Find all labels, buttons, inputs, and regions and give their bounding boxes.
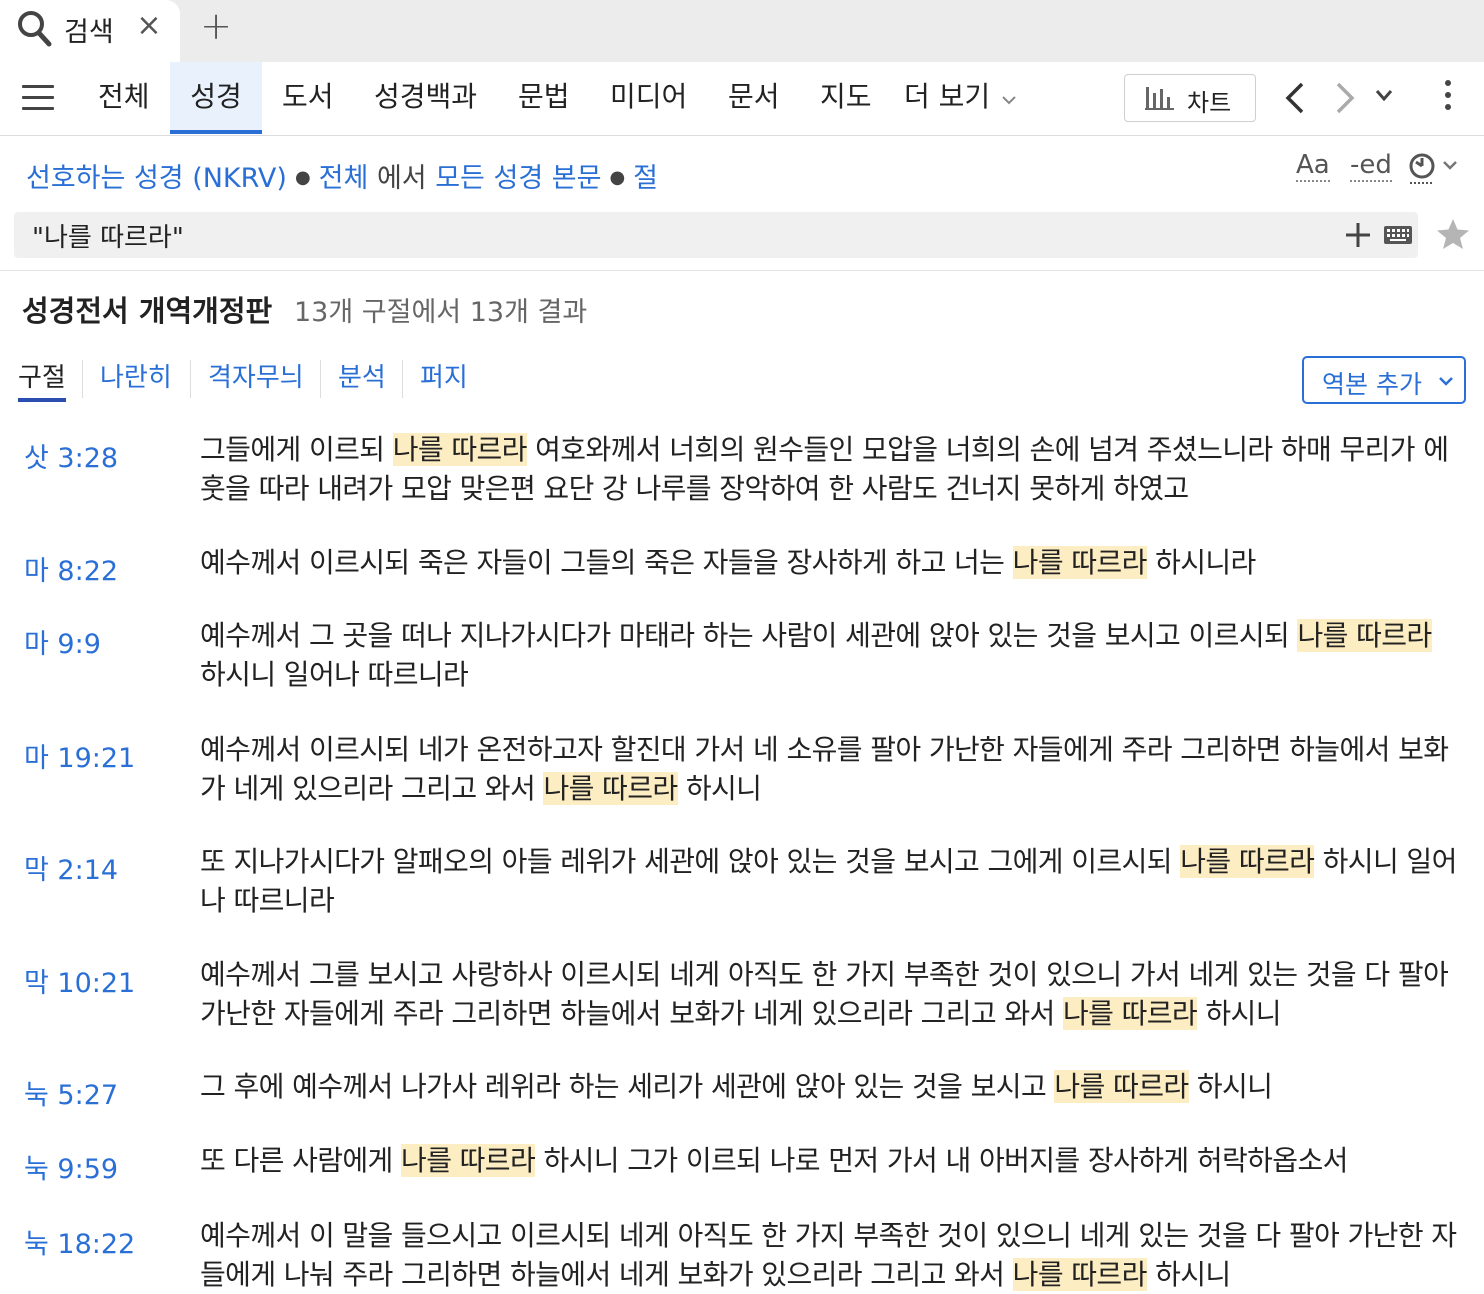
bible-selector[interactable]: 선호하는 성경 (NKRV) — [26, 163, 287, 194]
verse-text-before: 또 지나가시다가 알패오의 아들 레위가 세관에 앉아 있는 것을 보시고 그에… — [200, 845, 1181, 878]
back-arrow-icon[interactable] — [1284, 80, 1306, 120]
nav-item-documents[interactable]: 문서 — [728, 62, 780, 134]
tab-separator — [402, 360, 403, 398]
divider — [0, 270, 1484, 271]
more-label: 더 보기 — [904, 80, 991, 113]
match-highlight: 나를 따르라 — [401, 1144, 536, 1177]
nav-bar: 전체 성경 도서 성경백과 문법 미디어 문서 지도 더 보기 차트 — [0, 62, 1484, 136]
nav-item-grammar[interactable]: 문법 — [518, 62, 570, 134]
verse-text-after: 하시니 — [1188, 1070, 1273, 1103]
verse-reference[interactable]: 막 2:14 — [24, 848, 118, 887]
verse-text: 예수께서 이르시되 네가 온전하고자 할진대 가서 네 소유를 팔아 가난한 자… — [200, 730, 1462, 808]
verse-text-after: 하시니 — [1197, 997, 1281, 1030]
tab-grid[interactable]: 격자무늬 — [208, 358, 304, 402]
verse-text: 또 지나가시다가 알패오의 아들 레위가 세관에 앉아 있는 것을 보시고 그에… — [200, 842, 1462, 920]
separator-dot: ● — [294, 167, 311, 188]
target-selector[interactable]: 모든 성경 본문 — [435, 163, 601, 194]
tab-fuzzy[interactable]: 퍼지 — [420, 358, 468, 402]
verse-text-after: 하시니 그가 이르되 나로 먼저 가서 내 아버지를 장사하게 허락하옵소서 — [535, 1144, 1348, 1177]
verse-text-before: 예수께서 이 말을 들으시고 이르시되 네게 아직도 한 가지 부족한 것이 있… — [200, 1219, 1457, 1291]
new-tab-button[interactable]: + — [198, 4, 234, 48]
add-query-icon[interactable] — [1344, 221, 1372, 253]
nav-item-maps[interactable]: 지도 — [820, 62, 872, 134]
verse-text-after: 하시니 — [677, 772, 762, 805]
verse-reference[interactable]: 눅 9:59 — [24, 1147, 118, 1186]
more-options-icon[interactable] — [1440, 80, 1456, 116]
verse-text-before: 또 다른 사람에게 — [200, 1144, 402, 1177]
match-highlight: 나를 따르라 — [1012, 1258, 1147, 1291]
case-sensitive-toggle[interactable]: Aa — [1296, 150, 1330, 182]
chart-button[interactable]: 차트 — [1124, 74, 1256, 122]
verse-reference[interactable]: 마 19:21 — [24, 736, 135, 775]
verse-text-before: 예수께서 이르시되 네가 온전하고자 할진대 가서 네 소유를 팔아 가난한 자… — [200, 733, 1449, 805]
verse-text: 그들에게 이르되 나를 따르라 여호와께서 너희의 원수들인 모압을 너희의 손… — [200, 430, 1462, 508]
tab-strip: 검색 × + — [0, 0, 1484, 62]
match-highlight: 나를 따르라 — [543, 772, 678, 805]
verse-text-before: 예수께서 그 곳을 떠나 지나가시다가 마태라 하는 사람이 세관에 앉아 있는… — [200, 619, 1298, 652]
nav-item-encyclopedia[interactable]: 성경백과 — [374, 62, 477, 134]
unit-selector[interactable]: 절 — [633, 163, 658, 194]
verse-reference[interactable]: 마 9:9 — [24, 622, 101, 661]
range-selector[interactable]: 전체 — [319, 163, 369, 194]
tab-separator — [82, 360, 83, 398]
match-highlight: 나를 따르라 — [1180, 845, 1315, 878]
search-icon — [16, 8, 54, 52]
match-highlight: 나를 따르라 — [1297, 619, 1432, 652]
tab-title: 검색 — [64, 17, 114, 48]
nav-item-books[interactable]: 도서 — [282, 62, 334, 134]
verse-text-before: 그 후에 예수께서 나가사 레위라 하는 세리가 세관에 앉아 있는 것을 보시… — [200, 1070, 1055, 1103]
chart-button-label: 차트 — [1187, 89, 1232, 117]
word-forms-toggle[interactable]: -ed — [1350, 150, 1392, 182]
verse-text: 예수께서 그 곳을 떠나 지나가시다가 마태라 하는 사람이 세관에 앉아 있는… — [200, 616, 1462, 694]
match-highlight: 나를 따르라 — [1012, 546, 1147, 579]
verse-reference[interactable]: 막 10:21 — [24, 961, 135, 1000]
verse-reference[interactable]: 삿 3:28 — [24, 436, 118, 475]
verse-text: 예수께서 이 말을 들으시고 이르시되 네게 아직도 한 가지 부족한 것이 있… — [200, 1216, 1462, 1294]
close-tab-button[interactable]: × — [134, 8, 164, 43]
forward-arrow-icon[interactable] — [1334, 80, 1356, 120]
add-version-label: 역본 추가 — [1322, 370, 1422, 399]
match-highlight: 나를 따르라 — [392, 433, 527, 466]
verse-text-before: 예수께서 이르시되 죽은 자들이 그들의 죽은 자들을 장사하게 하고 너는 — [200, 546, 1013, 579]
chevron-down-icon — [1002, 96, 1016, 105]
favorite-star-icon[interactable] — [1436, 218, 1470, 254]
verse-reference[interactable]: 마 8:22 — [24, 549, 118, 588]
verse-text-after: 하시니 — [1146, 1258, 1231, 1291]
verse-text: 예수께서 그를 보시고 사랑하사 이르시되 네게 아직도 한 가지 부족한 것이… — [200, 955, 1462, 1033]
verse-reference[interactable]: 눅 5:27 — [24, 1073, 118, 1112]
tab-side-by-side[interactable]: 나란히 — [100, 358, 172, 402]
menu-icon[interactable] — [22, 85, 54, 111]
tab-separator — [320, 360, 321, 398]
chart-icon — [1145, 87, 1174, 110]
nav-item-bible[interactable]: 성경 — [170, 62, 262, 134]
add-version-button[interactable]: 역본 추가 — [1302, 356, 1466, 404]
verse-text: 또 다른 사람에게 나를 따르라 하시니 그가 이르되 나로 먼저 가서 내 아… — [200, 1141, 1462, 1180]
tab-analysis[interactable]: 분석 — [338, 358, 386, 402]
keyboard-icon[interactable] — [1384, 226, 1412, 248]
results-title: 성경전서 개역개정판 — [22, 294, 273, 328]
separator-dot: ● — [609, 167, 626, 188]
match-highlight: 나를 따르라 — [1062, 997, 1198, 1030]
verse-text-before: 그들에게 이르되 — [200, 433, 393, 466]
search-box — [14, 212, 1418, 258]
tab-separator — [190, 360, 191, 398]
verse-text-after: 하시니라 — [1146, 546, 1256, 579]
search-scope: 선호하는 성경 (NKRV) ● 전체 에서 모든 성경 본문 ● 절 — [26, 156, 658, 195]
verse-text: 예수께서 이르시되 죽은 자들이 그들의 죽은 자들을 장사하게 하고 너는 나… — [200, 543, 1462, 582]
search-input[interactable] — [14, 212, 1334, 258]
nav-item-media[interactable]: 미디어 — [610, 62, 687, 134]
tab-verses[interactable]: 구절 — [18, 358, 66, 402]
results-count: 13개 구절에서 13개 결과 — [294, 297, 588, 328]
search-history-icon[interactable] — [1408, 150, 1460, 190]
chevron-down-icon — [1439, 377, 1453, 386]
verse-text: 그 후에 예수께서 나가사 레위라 하는 세리가 세관에 앉아 있는 것을 보시… — [200, 1067, 1462, 1106]
verse-reference[interactable]: 눅 18:22 — [24, 1222, 135, 1261]
history-dropdown-icon[interactable] — [1374, 88, 1394, 108]
match-highlight: 나를 따르라 — [1054, 1070, 1189, 1103]
scope-in-label: 에서 — [376, 163, 427, 194]
nav-item-all[interactable]: 전체 — [98, 62, 150, 134]
search-tab[interactable]: 검색 × — [0, 0, 180, 62]
nav-item-more[interactable]: 더 보기 — [904, 62, 1017, 134]
verse-text-after: 하시니 일어나 따르니라 — [200, 658, 469, 691]
